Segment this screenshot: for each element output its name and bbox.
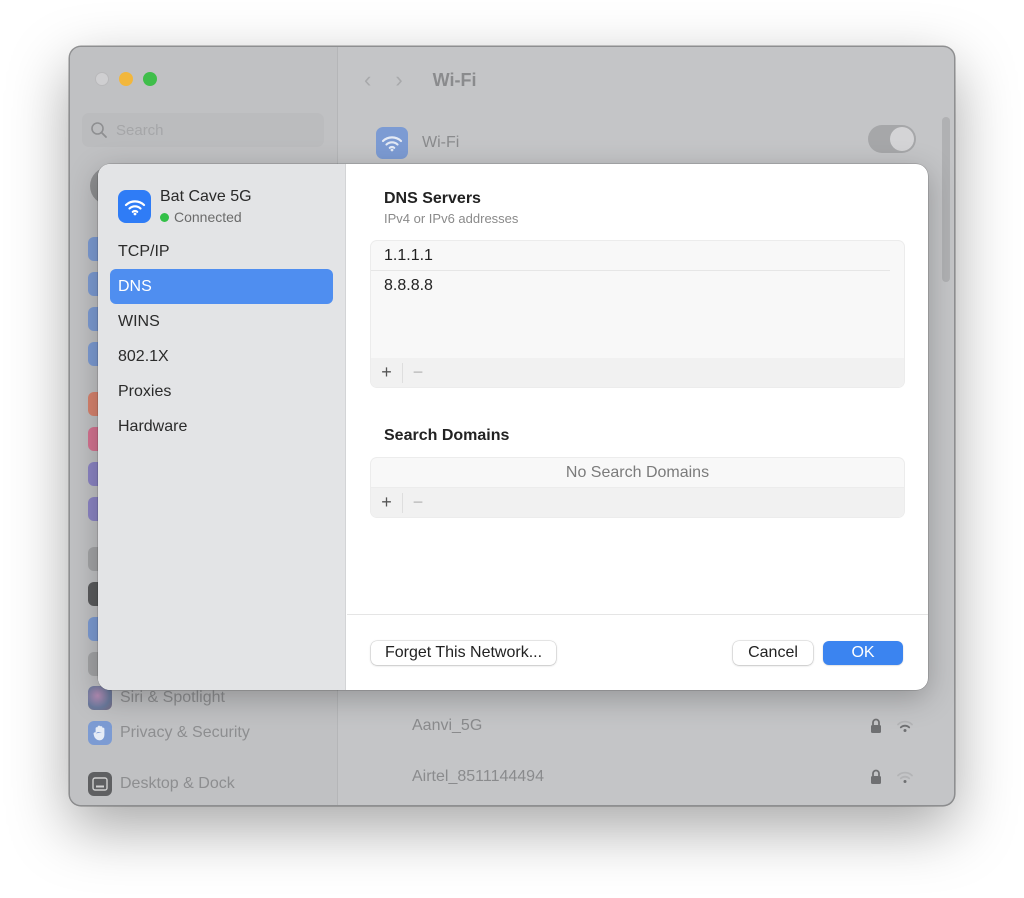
lock-icon <box>871 769 881 784</box>
add-search-domain-button[interactable]: + <box>371 492 402 513</box>
add-dns-server-button[interactable]: + <box>371 362 402 383</box>
network-header: Bat Cave 5G Connected <box>118 188 252 225</box>
wifi-row-label: Wi-Fi <box>422 134 460 151</box>
navigation-bar: ‹ › Wi-Fi <box>364 67 476 93</box>
dns-servers-heading: DNS Servers <box>384 190 481 207</box>
footer-divider <box>347 614 928 615</box>
minimize-window-button[interactable] <box>119 72 133 86</box>
close-window-button[interactable] <box>95 72 109 86</box>
dns-servers-subtitle: IPv4 or IPv6 addresses <box>384 211 519 226</box>
wifi-toggle[interactable] <box>868 125 916 153</box>
tab-8021x[interactable]: 802.1X <box>110 339 333 374</box>
lock-icon <box>871 718 881 733</box>
remove-search-domain-button[interactable]: − <box>402 492 433 513</box>
page-title: Wi-Fi <box>432 69 477 90</box>
tab-dns[interactable]: DNS <box>110 269 333 304</box>
zoom-window-button[interactable] <box>143 72 157 86</box>
search-domains-heading: Search Domains <box>384 427 510 444</box>
settings-search-field[interactable]: Search <box>82 113 324 147</box>
wifi-signal-icon <box>897 720 913 732</box>
dns-settings-pane: DNS Servers IPv4 or IPv6 addresses 1.1.1… <box>347 164 928 690</box>
sheet-sidebar: Bat Cave 5G Connected TCP/IP DNS WINS 80… <box>98 164 346 690</box>
sidebar-item-desktop-dock[interactable]: Desktop & Dock <box>88 772 235 796</box>
tab-tcpip[interactable]: TCP/IP <box>110 234 333 269</box>
toggle-knob <box>890 127 914 151</box>
connection-status: Connected <box>160 209 252 225</box>
scrollbar[interactable] <box>942 117 950 282</box>
dns-servers-list: 1.1.1.1 8.8.8.8 + − <box>371 241 904 387</box>
network-name: Airtel_8511144494 <box>412 768 544 785</box>
sidebar-item-label: Privacy & Security <box>120 724 250 741</box>
network-row[interactable]: Aanvi_5G <box>412 711 914 741</box>
search-placeholder: Search <box>116 121 164 139</box>
ok-button[interactable]: OK <box>823 641 903 665</box>
wifi-icon <box>376 127 408 159</box>
search-domains-toolbar: + − <box>371 488 904 517</box>
search-domains-empty-text: No Search Domains <box>371 458 904 488</box>
back-chevron-icon[interactable]: ‹ <box>364 67 371 93</box>
status-text: Connected <box>174 209 242 225</box>
search-domains-list: No Search Domains + − <box>371 458 904 517</box>
tab-proxies[interactable]: Proxies <box>110 374 333 409</box>
sidebar-item-label: Siri & Spotlight <box>120 689 225 706</box>
wifi-icon <box>118 190 151 223</box>
forget-network-button[interactable]: Forget This Network... <box>371 641 556 665</box>
dns-server-entry[interactable]: 8.8.8.8 <box>371 271 904 301</box>
cancel-button[interactable]: Cancel <box>733 641 813 665</box>
dns-server-entry[interactable]: 1.1.1.1 <box>371 241 890 271</box>
sidebar-item-label: Desktop & Dock <box>120 775 235 792</box>
settings-tabs: TCP/IP DNS WINS 802.1X Proxies Hardware <box>110 234 333 444</box>
tab-wins[interactable]: WINS <box>110 304 333 339</box>
network-name: Bat Cave 5G <box>160 188 252 205</box>
dock-icon <box>88 772 112 796</box>
search-icon <box>91 122 107 138</box>
tab-hardware[interactable]: Hardware <box>110 409 333 444</box>
status-dot-icon <box>160 212 169 222</box>
window-controls <box>95 72 157 86</box>
dns-list-toolbar: + − <box>371 358 904 387</box>
network-details-sheet: Bat Cave 5G Connected TCP/IP DNS WINS 80… <box>98 164 928 690</box>
forward-chevron-icon[interactable]: › <box>395 67 402 93</box>
hand-icon <box>88 721 112 745</box>
sidebar-item-privacy-security[interactable]: Privacy & Security <box>88 721 250 745</box>
network-row[interactable]: Airtel_8511144494 <box>412 762 914 792</box>
network-name: Aanvi_5G <box>412 717 483 734</box>
wifi-signal-icon <box>897 771 913 783</box>
wifi-toggle-row: Wi-Fi <box>376 125 916 161</box>
remove-dns-server-button[interactable]: − <box>402 362 433 383</box>
